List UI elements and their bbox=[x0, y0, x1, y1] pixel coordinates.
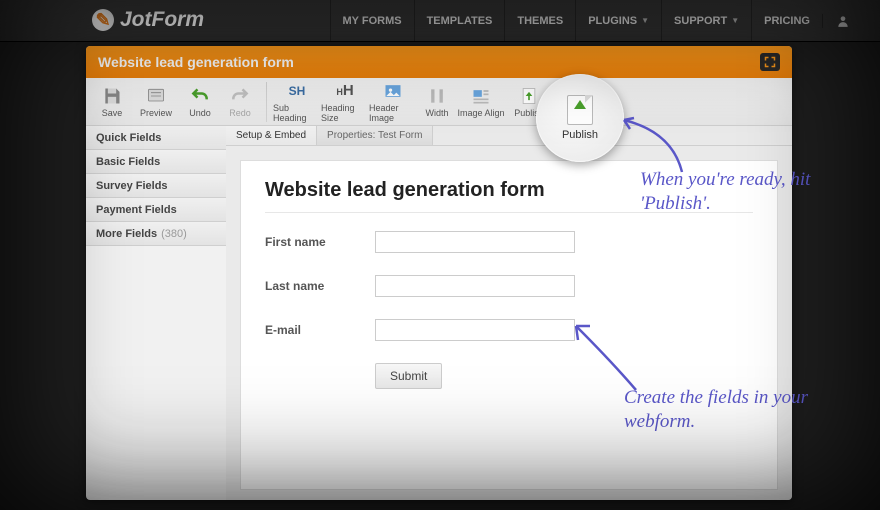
sidebar-item-label: Survey Fields bbox=[96, 180, 168, 192]
sidebar-item-basic-fields[interactable]: Basic Fields bbox=[86, 150, 226, 174]
sub-heading-label: Sub Heading bbox=[273, 103, 321, 123]
publish-icon bbox=[519, 86, 539, 106]
image-align-icon bbox=[471, 86, 491, 106]
nav-plugins[interactable]: PLUGINS▼ bbox=[575, 0, 661, 41]
undo-label: Undo bbox=[189, 108, 211, 118]
form-row: E-mail bbox=[265, 319, 753, 341]
heading-size-button[interactable]: HHHeading Size bbox=[321, 80, 369, 124]
upload-arrow-icon bbox=[574, 100, 586, 109]
publish-magnifier: Publish bbox=[536, 74, 624, 162]
sub-heading-button[interactable]: SHSub Heading bbox=[273, 80, 321, 124]
form-row: Last name bbox=[265, 275, 753, 297]
sidebar-item-quick-fields[interactable]: Quick Fields bbox=[86, 126, 226, 150]
field-input-e-mail[interactable] bbox=[375, 319, 575, 341]
sidebar-item-label: Payment Fields bbox=[96, 204, 177, 216]
image-align-button[interactable]: Image Align bbox=[457, 80, 505, 124]
width-label: Width bbox=[425, 108, 448, 118]
preview-button[interactable]: Preview bbox=[132, 80, 180, 124]
fullscreen-icon bbox=[764, 56, 776, 68]
jotform-logo-icon: ✎ bbox=[92, 9, 114, 31]
field-input-first-name[interactable] bbox=[375, 231, 575, 253]
save-button[interactable]: Save bbox=[92, 80, 132, 124]
nav-themes[interactable]: THEMES bbox=[504, 0, 575, 41]
redo-button: Redo bbox=[220, 80, 260, 124]
nav-support[interactable]: SUPPORT▼ bbox=[661, 0, 751, 41]
undo-icon bbox=[190, 86, 210, 106]
submit-button[interactable]: Submit bbox=[375, 363, 442, 389]
field-label: Last name bbox=[265, 279, 375, 293]
preview-icon bbox=[146, 86, 166, 106]
sidebar-item-label: Quick Fields bbox=[96, 132, 161, 144]
header-image-icon bbox=[383, 81, 403, 101]
sidebar-item-label: More Fields bbox=[96, 228, 157, 240]
form-row: First name bbox=[265, 231, 753, 253]
heading-size-icon: HH bbox=[335, 81, 355, 101]
width-icon bbox=[427, 86, 447, 106]
tab-strip: Setup & EmbedProperties: Test Form bbox=[226, 126, 792, 146]
sidebar-item-count: (380) bbox=[161, 228, 187, 240]
window-title: Website lead generation form bbox=[98, 54, 294, 70]
window-titlebar: Website lead generation form bbox=[86, 46, 792, 78]
nav-pricing[interactable]: PRICING bbox=[751, 0, 822, 41]
brand-logo: ✎ JotForm bbox=[92, 8, 204, 32]
redo-icon bbox=[230, 86, 250, 106]
sidebar-item-survey-fields[interactable]: Survey Fields bbox=[86, 174, 226, 198]
fullscreen-button[interactable] bbox=[760, 53, 780, 71]
main-nav: MY FORMSTEMPLATESTHEMESPLUGINS▼SUPPORT▼P… bbox=[330, 0, 823, 41]
tab-setup-embed[interactable]: Setup & Embed bbox=[226, 126, 317, 145]
field-sidebar: Quick Fields Basic Fields Survey Fields Pay… bbox=[86, 126, 226, 500]
preview-label: Preview bbox=[140, 108, 172, 118]
field-label: First name bbox=[265, 235, 375, 249]
sidebar-item-more-fields[interactable]: More Fields (380) bbox=[86, 222, 226, 246]
save-label: Save bbox=[102, 108, 123, 118]
redo-label: Redo bbox=[229, 108, 251, 118]
user-menu[interactable] bbox=[822, 14, 862, 28]
sidebar-item-payment-fields[interactable]: Payment Fields bbox=[86, 198, 226, 222]
publish-page-icon bbox=[567, 95, 593, 125]
top-navbar: ✎ JotForm MY FORMSTEMPLATESTHEMESPLUGINS… bbox=[0, 0, 880, 42]
tab-properties-test-form[interactable]: Properties: Test Form bbox=[317, 126, 433, 145]
brand-name: JotForm bbox=[120, 8, 204, 32]
width-button[interactable]: Width bbox=[417, 80, 457, 124]
chevron-down-icon: ▼ bbox=[731, 16, 739, 25]
chevron-down-icon: ▼ bbox=[641, 16, 649, 25]
publish-magnifier-label: Publish bbox=[562, 129, 598, 141]
header-image-button[interactable]: Header Image bbox=[369, 80, 417, 124]
toolbar-separator bbox=[266, 82, 267, 122]
nav-templates[interactable]: TEMPLATES bbox=[414, 0, 505, 41]
field-input-last-name[interactable] bbox=[375, 275, 575, 297]
nav-my-forms[interactable]: MY FORMS bbox=[330, 0, 414, 41]
save-icon bbox=[102, 86, 122, 106]
image-align-label: Image Align bbox=[457, 108, 504, 118]
user-icon bbox=[836, 14, 850, 28]
annotation-text-publish: When you're ready, hit 'Publish'. bbox=[640, 168, 840, 216]
sidebar-item-label: Basic Fields bbox=[96, 156, 160, 168]
undo-button[interactable]: Undo bbox=[180, 80, 220, 124]
heading-size-label: Heading Size bbox=[321, 103, 369, 123]
field-label: E-mail bbox=[265, 323, 375, 337]
annotation-text-fields: Create the fields in your webform. bbox=[624, 386, 834, 434]
header-image-label: Header Image bbox=[369, 103, 417, 123]
sub-heading-icon: SH bbox=[287, 81, 307, 101]
